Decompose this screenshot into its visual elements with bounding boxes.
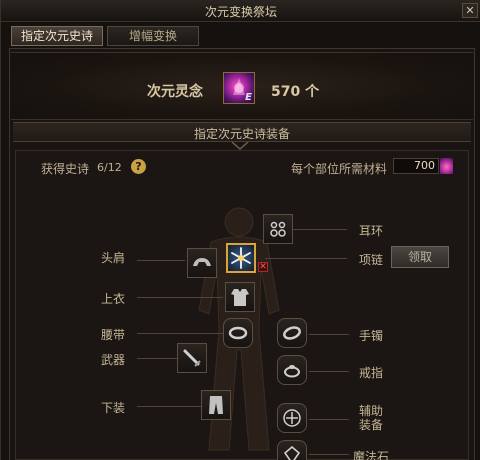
- tab-designated-epic[interactable]: 指定次元史诗: [11, 26, 103, 46]
- slot-ring[interactable]: [277, 355, 307, 385]
- material-count: 570 个: [271, 84, 320, 100]
- label-necklace: 项链: [359, 253, 384, 267]
- slot-weapon[interactable]: [177, 343, 207, 373]
- slot-bracelet[interactable]: [277, 318, 307, 348]
- connector-line: [137, 406, 201, 407]
- label-earring: 耳环: [359, 224, 384, 238]
- slot-shoulder[interactable]: [187, 248, 217, 278]
- connector-line: [137, 333, 223, 334]
- section-title: 指定次元史诗装备: [193, 127, 290, 141]
- label-top: 上衣: [101, 292, 126, 306]
- slot-head-equipped[interactable]: [226, 243, 256, 273]
- label-subequip: 辅助 装备: [359, 404, 384, 432]
- connector-line: [309, 334, 349, 335]
- slot-magicstone[interactable]: [277, 440, 307, 460]
- magic-stone-icon: [283, 445, 301, 460]
- connector-line: [137, 260, 185, 261]
- connector-line: [293, 229, 347, 230]
- section-bar: 指定次元史诗装备: [13, 122, 471, 142]
- remove-head-button[interactable]: ✕: [258, 262, 268, 272]
- window-title: 次元变换祭坛: [204, 5, 277, 19]
- sword-icon: [183, 349, 201, 367]
- title-bar[interactable]: 次元变换祭坛 ✕: [1, 0, 480, 22]
- connector-line: [265, 258, 347, 259]
- close-button[interactable]: ✕: [462, 3, 478, 18]
- altar-window: 次元变换祭坛 ✕ 指定次元史诗 增幅变换 次元灵念 E 570 个 指定次元史诗…: [0, 0, 480, 460]
- emblem-icon: [283, 409, 301, 427]
- belt-icon: [228, 326, 248, 340]
- material-name: 次元灵念: [147, 84, 203, 100]
- label-shoulder: 头肩: [101, 251, 126, 265]
- earring-icon: [270, 221, 286, 237]
- connector-line: [137, 297, 223, 298]
- collected-label: 获得史诗: [41, 162, 90, 176]
- label-magicstone: 魔法石: [353, 450, 390, 460]
- pants-icon: [209, 396, 223, 414]
- chest-armor-icon: [231, 289, 249, 306]
- slot-earring[interactable]: [263, 214, 293, 244]
- grade-badge: E: [245, 92, 252, 103]
- label-ring: 戒指: [359, 366, 384, 380]
- slot-top[interactable]: [225, 282, 255, 312]
- slot-subequip[interactable]: [277, 403, 307, 433]
- label-weapon: 武器: [101, 353, 126, 367]
- label-bottom: 下装: [101, 401, 126, 415]
- material-mini-icon: [440, 158, 453, 174]
- tab-amplify-transform[interactable]: 增幅变换: [107, 26, 199, 46]
- chevron-down-icon: [231, 142, 249, 150]
- shoulder-armor-icon: [193, 258, 211, 266]
- per-slot-value: 700: [393, 158, 439, 174]
- connector-line: [309, 371, 349, 372]
- ring-icon: [284, 365, 300, 378]
- per-slot-label: 每个部位所需材料: [291, 162, 388, 176]
- bracelet-icon: [283, 326, 301, 340]
- label-belt: 腰带: [101, 328, 126, 342]
- snowflake-icon: [231, 247, 251, 269]
- connector-line: [309, 454, 349, 455]
- slot-bottom[interactable]: [201, 390, 231, 420]
- claim-button[interactable]: 领取: [391, 246, 449, 268]
- help-icon[interactable]: ?: [131, 159, 146, 174]
- collected-count: 6/12: [97, 161, 122, 174]
- connector-line: [137, 358, 177, 359]
- label-bracelet: 手镯: [359, 329, 384, 343]
- slot-belt[interactable]: [223, 318, 253, 348]
- dimension-soul-icon: E: [223, 72, 255, 104]
- connector-line: [309, 419, 349, 420]
